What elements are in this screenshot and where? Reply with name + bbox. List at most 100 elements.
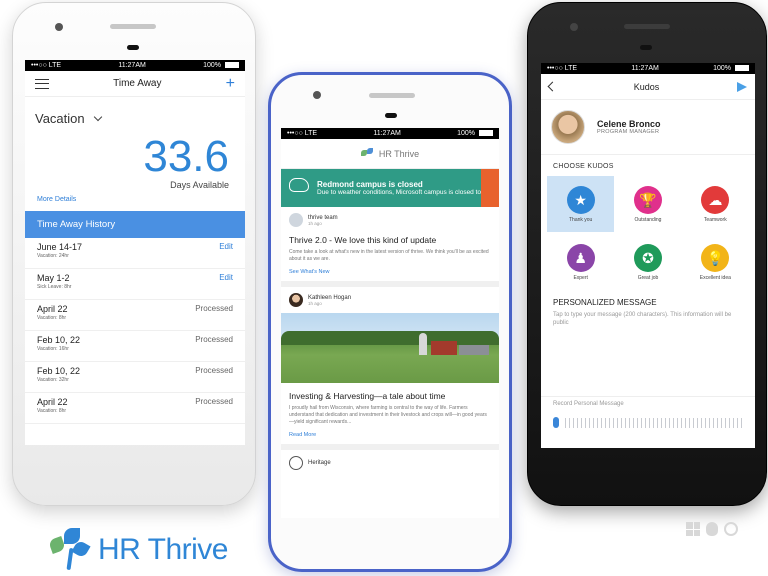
- record-panel: Record Personal Message: [541, 396, 755, 448]
- kudo-icon: 🏆: [633, 185, 662, 214]
- feed-card[interactable]: Heritage: [281, 450, 499, 476]
- history-date: April 22: [37, 397, 68, 407]
- carrier-text: •••○○ LTE: [287, 130, 318, 137]
- front-camera: [313, 91, 321, 99]
- speaker-grille: [369, 93, 415, 98]
- status-label: Processed: [195, 335, 233, 344]
- recipient-profile: Celene Bronco PROGRAM MANAGER: [541, 100, 755, 155]
- send-icon[interactable]: [737, 81, 747, 92]
- alert-title: Redmond campus is closed: [317, 179, 423, 189]
- phone-kudos: •••○○ LTE 11:27AM 100% Kudos Celene Bron…: [527, 2, 767, 506]
- feed-card[interactable]: thrive team 1h ago Thrive 2.0 - We love …: [281, 207, 499, 287]
- avatar: [551, 110, 585, 144]
- read-more-link[interactable]: Read More: [289, 432, 491, 438]
- front-camera: [570, 23, 578, 31]
- hr-thrive-logo-icon: [360, 147, 373, 160]
- kudo-icon: 💡: [701, 243, 730, 272]
- avatar: [289, 213, 303, 227]
- status-label: Processed: [195, 366, 233, 375]
- nav-bar: Time Away +: [25, 71, 245, 97]
- earpiece: [127, 45, 139, 50]
- next-alert-peek[interactable]: [481, 169, 499, 207]
- avatar: [289, 293, 303, 307]
- alert-banner[interactable]: Redmond campus is closed Due to weather …: [281, 169, 499, 207]
- history-date: Feb 10, 22: [37, 366, 81, 376]
- feed-card[interactable]: Kathleen Hogan 1h ago Investing & Harves…: [281, 287, 499, 450]
- history-detail: Sick Leave: 8hr: [37, 284, 72, 290]
- battery-text: 100%: [457, 130, 475, 137]
- edit-link[interactable]: Edit: [219, 273, 233, 299]
- back-icon[interactable]: [547, 81, 558, 92]
- days-available-label: Days Available: [170, 180, 229, 190]
- phone-time-away: •••○○ LTE 11:27AM 100% Time Away + Vacat…: [12, 2, 256, 506]
- app-header: HR Thrive: [281, 139, 499, 169]
- history-row[interactable]: June 14-17 Vacation: 24hr Edit: [25, 238, 245, 269]
- edit-link[interactable]: Edit: [219, 242, 233, 268]
- kudo-label: Outstanding: [634, 216, 662, 223]
- time-away-screen: •••○○ LTE 11:27AM 100% Time Away + Vacat…: [25, 60, 245, 445]
- see-whats-new-link[interactable]: See What's New: [289, 269, 491, 275]
- feed-screen: •••○○ LTE 11:27AM 100% HR Thrive Redmond…: [281, 128, 499, 518]
- author-name: Heritage: [308, 460, 331, 466]
- status-bar: •••○○ LTE 11:27AM 100%: [25, 60, 245, 71]
- kudo-label: Thank you: [568, 216, 593, 223]
- phone-feed: •••○○ LTE 11:27AM 100% HR Thrive Redmond…: [268, 72, 512, 572]
- alert-text: Due to weather conditions, Microsoft cam…: [317, 188, 492, 196]
- history-date: Feb 10, 22: [37, 335, 81, 345]
- kudo-option[interactable]: ✪ Great job: [614, 234, 681, 290]
- post-body: I proudly hail from Wisconsin, where far…: [289, 405, 487, 425]
- history-list: June 14-17 Vacation: 24hr Edit May 1-2 Sick …: [25, 238, 245, 424]
- earpiece: [640, 45, 652, 50]
- brand-name: HR Thrive: [98, 533, 228, 566]
- kudo-option[interactable]: 🏆 Outstanding: [614, 176, 681, 232]
- kudos-screen: •••○○ LTE 11:27AM 100% Kudos Celene Bron…: [541, 63, 755, 448]
- history-detail: Vacation: 16hr: [37, 346, 69, 352]
- kudo-option[interactable]: 💡 Excellent idea: [682, 234, 749, 290]
- post-timestamp: 1h ago: [308, 220, 322, 226]
- message-input[interactable]: Tap to type your message (200 characters…: [541, 309, 755, 327]
- recipient-role: PROGRAM MANAGER: [597, 129, 660, 135]
- choose-kudos-label: CHOOSE KUDOS: [553, 163, 614, 170]
- record-placeholder: Record Personal Message: [553, 401, 624, 407]
- history-date: June 14-17: [37, 242, 83, 252]
- farm-photo: [281, 313, 499, 383]
- history-row[interactable]: April 22 Vacation: 8hr Processed: [25, 300, 245, 331]
- windows-icon: [686, 522, 700, 536]
- battery-icon: [478, 130, 493, 137]
- platform-icons: [686, 522, 738, 536]
- post-author: Heritage: [289, 456, 491, 470]
- history-date: May 1-2: [37, 273, 70, 283]
- kudo-option[interactable]: ♟ Expert: [547, 234, 614, 290]
- android-icon: [724, 522, 738, 536]
- more-details-link[interactable]: More Details: [25, 190, 245, 203]
- carrier-text: •••○○ LTE: [31, 62, 62, 69]
- front-camera: [55, 23, 63, 31]
- carrier-text: •••○○ LTE: [547, 65, 578, 72]
- post-title: Investing & Harvesting—a tale about time: [289, 391, 446, 401]
- kudo-icon: ★: [566, 185, 595, 214]
- status-bar: •••○○ LTE 11:27AM 100%: [281, 128, 499, 139]
- history-row[interactable]: Feb 10, 22 Vacation: 16hr Processed: [25, 331, 245, 362]
- apple-icon: [706, 522, 718, 536]
- app-name: HR Thrive: [378, 148, 420, 159]
- battery-text: 100%: [203, 62, 221, 69]
- page-title: Time Away: [113, 78, 162, 89]
- battery-icon: [224, 62, 239, 69]
- history-detail: Vacation: 24hr: [37, 253, 69, 259]
- post-timestamp: 1h ago: [308, 300, 322, 306]
- menu-icon[interactable]: [35, 78, 49, 89]
- history-row[interactable]: Feb 10, 22 Vacation: 32hr Processed: [25, 362, 245, 393]
- post-body: Come take a look at what's new in the la…: [289, 249, 489, 262]
- history-row[interactable]: May 1-2 Sick Leave: 8hr Edit: [25, 269, 245, 300]
- status-label: Processed: [195, 397, 233, 406]
- history-detail: Vacation: 8hr: [37, 315, 67, 321]
- chevron-down-icon: [93, 112, 102, 121]
- kudo-option[interactable]: ★ Thank you: [547, 176, 615, 232]
- microphone-icon[interactable]: [553, 417, 559, 428]
- leave-type-dropdown[interactable]: Vacation: [25, 97, 245, 130]
- kudo-option[interactable]: ☁ Teamwork: [682, 176, 749, 232]
- record-control[interactable]: [553, 417, 743, 428]
- add-icon[interactable]: +: [226, 75, 235, 92]
- battery-icon: [734, 65, 749, 72]
- history-row[interactable]: April 22 Vacation: 8hr Processed: [25, 393, 245, 424]
